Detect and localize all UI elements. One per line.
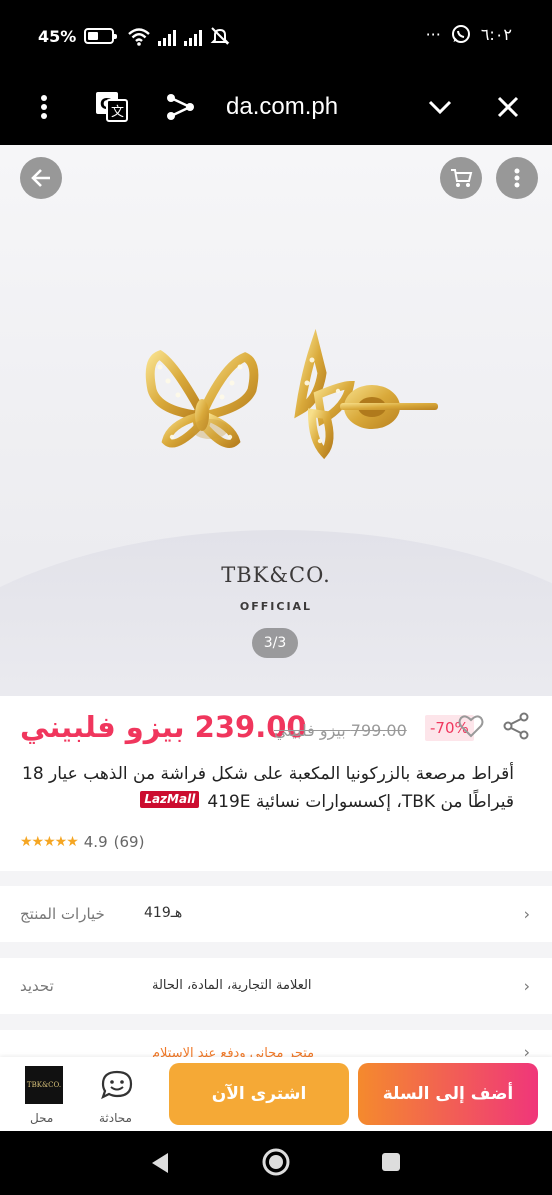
brand-subtitle: OFFICIAL [239, 600, 313, 613]
battery-icon [84, 28, 118, 44]
specifications-row[interactable]: تحديد العلامة التجارية، المادة، الحالة › [0, 958, 552, 1014]
mute-icon [210, 27, 230, 45]
chat-label: محادثة [99, 1111, 132, 1125]
vertical-dots-icon [41, 95, 47, 119]
system-nav-bar [0, 1131, 552, 1195]
recents-square-icon[interactable] [380, 1151, 402, 1173]
product-title: أقراط مرصعة بالزركونيا المكعبة على شكل ف… [14, 760, 514, 816]
status-right: ··· ٦:٠٢ [426, 24, 512, 44]
store-button[interactable]: TBK&CO. [25, 1066, 63, 1104]
heart-icon [458, 715, 484, 738]
rating-summary[interactable]: ★★★★★ 4.9 (69) [20, 833, 144, 851]
specs-label: تحديد [20, 977, 54, 995]
status-bar: 45% ··· ٦:٠٢ [0, 0, 552, 72]
add-to-cart-button[interactable]: أضف إلى السلة [358, 1063, 538, 1125]
wishlist-button[interactable] [458, 714, 484, 742]
arrow-left-icon [31, 169, 50, 187]
more-options-button[interactable] [496, 157, 538, 199]
variants-value: 419هـ [144, 905, 183, 921]
back-triangle-icon[interactable] [148, 1151, 172, 1175]
bottom-action-bar: TBK&CO. محل محادثة اشترى الآن أضف إلى ال… [0, 1057, 552, 1131]
translate-button[interactable]: G 文 [92, 87, 132, 127]
translate-icon: G 文 [96, 92, 128, 122]
store-logo: TBK&CO. [26, 1081, 62, 1089]
chevron-right-icon: › [523, 976, 530, 996]
chat-smile-icon [101, 1070, 133, 1100]
product-title-text: أقراط مرصعة بالزركونيا المكعبة على شكل ف… [22, 764, 514, 812]
chat-button[interactable] [100, 1069, 134, 1105]
share-page-button[interactable] [160, 87, 200, 127]
svg-text:文: 文 [111, 105, 124, 120]
browser-toolbar: G 文 da.com.ph [0, 72, 552, 145]
wifi-icon [128, 28, 151, 46]
buy-now-label: اشترى الآن [211, 1084, 307, 1104]
product-page: 45% ··· ٦:٠٢ 文 da.com.ph TBK&CO. OFFICIA… [0, 0, 552, 1195]
variants-row[interactable]: خيارات المنتج 419هـ › [0, 886, 552, 942]
rating-value: 4.9 [83, 833, 108, 851]
specs-value: العلامة التجارية، المادة، الحالة [152, 978, 312, 993]
rating-count: (69) [113, 833, 145, 851]
cart-icon [451, 169, 473, 187]
browser-menu-button[interactable] [26, 87, 62, 127]
more-notifications: ··· [425, 24, 441, 44]
url-text: da.com.ph [226, 93, 339, 120]
vertical-dots-icon [514, 168, 520, 188]
share-icon [167, 94, 194, 120]
image-counter: 3/3 [252, 628, 298, 658]
chevron-down-icon [428, 100, 452, 115]
signal-icon-2 [184, 30, 203, 46]
share-icon [503, 712, 529, 740]
chevron-right-icon: › [523, 904, 530, 924]
close-icon [497, 96, 519, 118]
whatsapp-icon [451, 25, 470, 43]
signal-icon [158, 30, 177, 46]
home-circle-icon[interactable] [261, 1147, 291, 1177]
back-button[interactable] [20, 157, 62, 199]
add-to-cart-label: أضف إلى السلة [382, 1084, 514, 1104]
star-rating-icon: ★★★★★ [20, 834, 79, 850]
lazmall-badge: LazMall [140, 791, 200, 808]
status-left: 45% [38, 26, 230, 46]
original-price: 799.00 بيزو فلبيني [274, 721, 407, 740]
share-button[interactable] [502, 712, 530, 744]
store-label: محل [30, 1111, 54, 1125]
close-button[interactable] [490, 87, 526, 127]
url-field[interactable]: da.com.ph [226, 87, 386, 127]
current-price: 239.00 بيزو فلبيني [20, 710, 307, 744]
product-info: 239.00 بيزو فلبيني 799.00 بيزو فلبيني -7… [0, 696, 552, 871]
variants-label: خيارات المنتج [20, 905, 105, 923]
clock: ٦:٠٢ [480, 24, 512, 44]
butterfly-earrings-image [145, 328, 438, 460]
expand-button[interactable] [422, 87, 458, 127]
buy-now-button[interactable]: اشترى الآن [169, 1063, 349, 1125]
battery-fill [88, 32, 99, 40]
cart-button[interactable] [440, 157, 482, 199]
product-image-gallery[interactable]: TBK&CO. OFFICIAL 3/3 [0, 145, 552, 696]
brand-logo-text: TBK&CO. [221, 563, 331, 587]
battery-percent: 45% [38, 26, 77, 46]
